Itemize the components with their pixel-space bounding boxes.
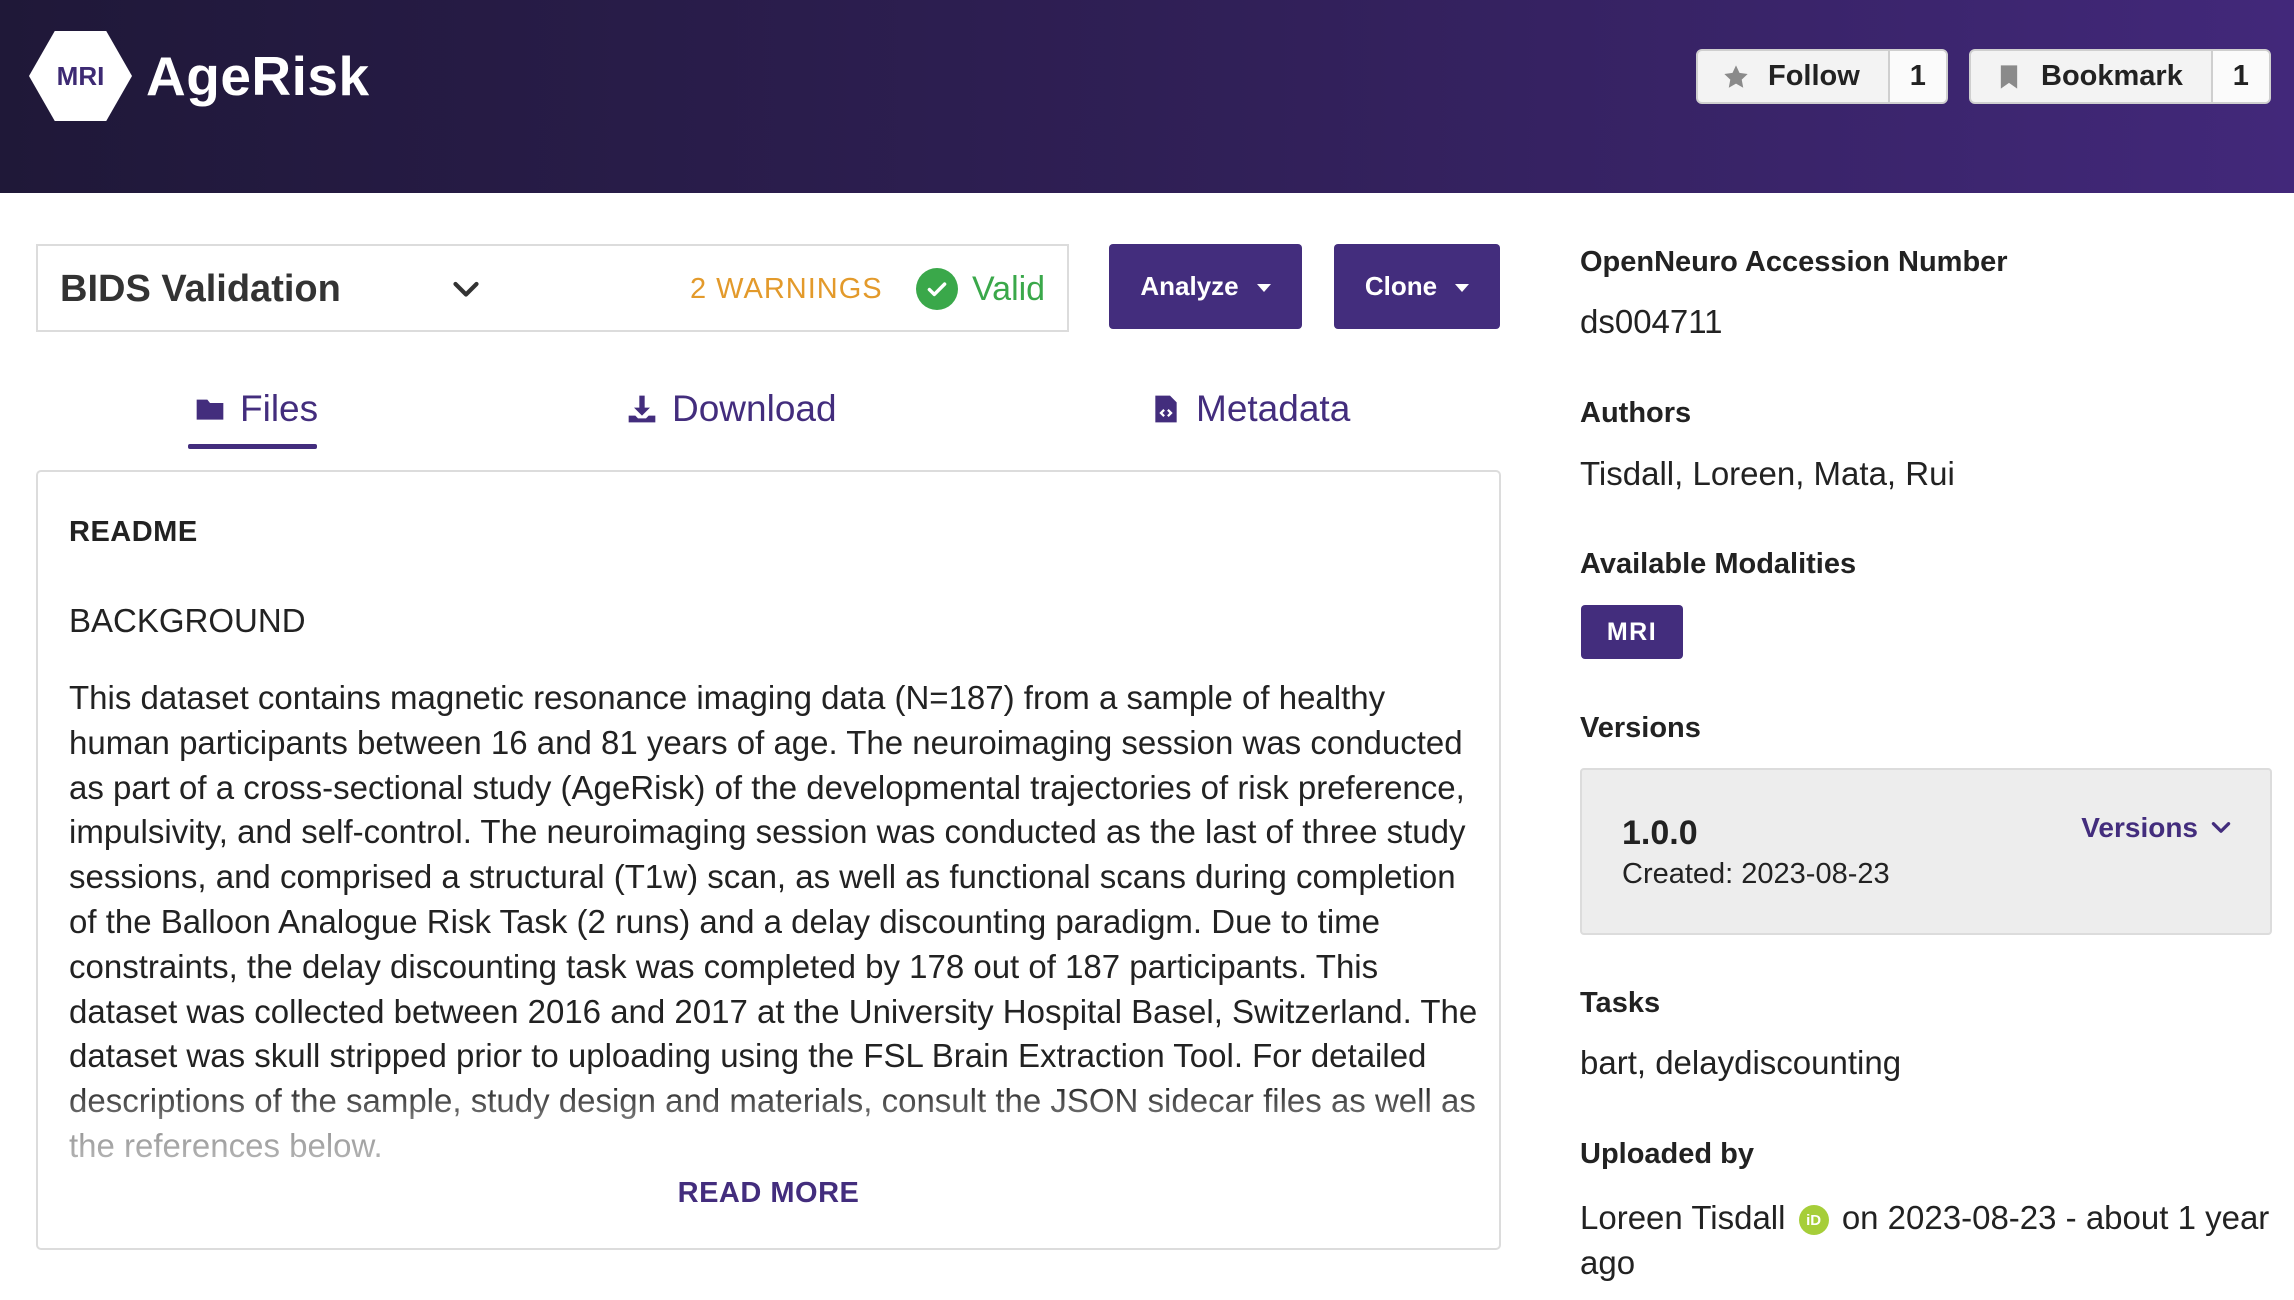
uploaded-date-tail: ago <box>1580 1244 1636 1281</box>
star-icon <box>1724 64 1748 88</box>
versions-dropdown-label: Versions <box>2081 812 2198 843</box>
follow-label: Follow <box>1768 60 1860 92</box>
caret-down-icon <box>1455 284 1470 292</box>
versions-label: Versions <box>1580 712 1701 744</box>
bookmark-button[interactable]: Bookmark 1 <box>1969 49 2271 104</box>
version-created: Created: 2023-08-23 <box>1622 858 1890 890</box>
tasks-value: bart, delaydiscounting <box>1580 1044 1902 1081</box>
accession-value: ds004711 <box>1580 303 1723 340</box>
bookmark-count: 1 <box>2212 51 2269 102</box>
bookmark-icon <box>2000 64 2018 89</box>
readme-panel: README BACKGROUND This dataset contains … <box>36 470 1501 1250</box>
valid-status: Valid <box>972 270 1046 308</box>
orcid-icon[interactable]: iD <box>1798 1205 1829 1236</box>
modality-badge[interactable]: MRI <box>1581 605 1683 659</box>
download-icon <box>628 395 656 423</box>
tab-download-label: Download <box>672 388 837 429</box>
version-number: 1.0.0 <box>1622 814 1698 852</box>
analyze-label: Analyze <box>1140 271 1239 301</box>
versions-dropdown[interactable]: Versions <box>2081 812 2234 844</box>
follow-button[interactable]: Follow 1 <box>1696 49 1948 104</box>
tab-files[interactable]: Files <box>194 388 318 430</box>
uploaded-by-value: Loreen Tisdall iD on 2023-08-23 - about … <box>1580 1195 2280 1285</box>
tasks-label: Tasks <box>1580 987 1661 1019</box>
active-tab-indicator <box>188 444 317 449</box>
caret-down-icon <box>1256 284 1271 292</box>
tab-metadata-label: Metadata <box>1196 388 1351 429</box>
authors-value: Tisdall, Loreen, Mata, Rui <box>1580 455 1955 492</box>
modalities-label: Available Modalities <box>1580 548 1857 580</box>
check-circle-icon <box>916 268 958 310</box>
mri-logo[interactable]: MRI <box>29 31 132 121</box>
tab-files-label: Files <box>240 388 319 429</box>
uploaded-by-label: Uploaded by <box>1580 1138 1755 1170</box>
chevron-down-icon <box>2211 822 2231 833</box>
dataset-title: AgeRisk <box>146 45 370 107</box>
follow-count: 1 <box>1889 51 1946 102</box>
clone-label: Clone <box>1364 271 1438 301</box>
versions-panel: 1.0.0 Created: 2023-08-23 Versions <box>1580 768 2272 935</box>
clone-button[interactable]: Clone <box>1334 244 1500 329</box>
logo-text: MRI <box>56 60 105 91</box>
bookmark-label: Bookmark <box>2041 60 2183 92</box>
accession-label: OpenNeuro Accession Number <box>1580 246 2008 278</box>
uploaded-date: on 2023-08-23 - about 1 year <box>1841 1199 2270 1236</box>
read-more-link[interactable]: READ MORE <box>38 1177 1499 1210</box>
tab-metadata[interactable]: Metadata <box>1150 388 1350 430</box>
file-code-icon <box>1155 395 1177 423</box>
site-header: MRI AgeRisk Follow 1 Bookmark 1 <box>0 0 2294 193</box>
bids-validation-panel[interactable]: BIDS Validation 2 WARNINGS Valid <box>36 244 1069 332</box>
uploader-name[interactable]: Loreen Tisdall <box>1580 1199 1785 1236</box>
readme-title: README <box>69 516 198 548</box>
tab-download[interactable]: Download <box>626 388 837 430</box>
readme-heading: BACKGROUND <box>69 602 306 639</box>
dataset-tabs: Files Download Metadata <box>36 380 1502 450</box>
chevron-down-icon[interactable] <box>448 272 484 308</box>
authors-label: Authors <box>1580 397 1692 429</box>
folder-icon <box>196 399 224 420</box>
analyze-button[interactable]: Analyze <box>1109 244 1302 329</box>
warnings-count[interactable]: 2 WARNINGS <box>690 273 883 306</box>
bids-validation-title: BIDS Validation <box>60 268 341 310</box>
